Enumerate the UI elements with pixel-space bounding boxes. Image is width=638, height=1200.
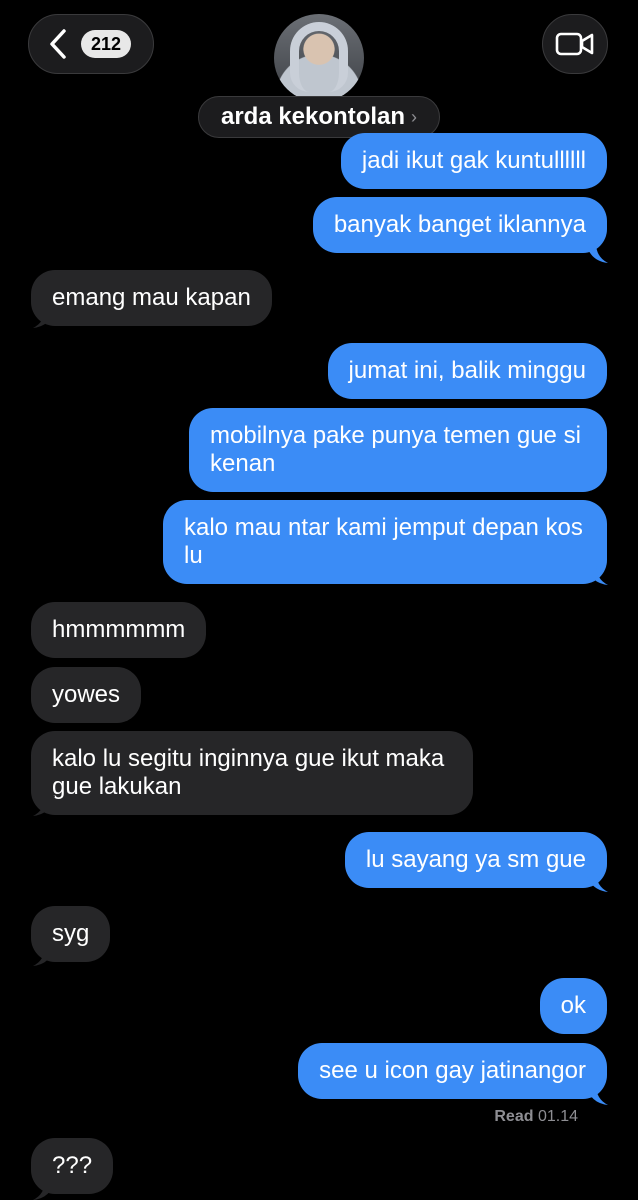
bubble-tail: [586, 565, 608, 585]
message-bubble-sent[interactable]: kalo mau ntar kami jemput depan kos lu: [163, 500, 607, 584]
contact-name: arda kekontolan: [220, 103, 406, 130]
chevron-left-icon: [50, 29, 66, 59]
read-label: Read: [494, 1108, 534, 1125]
bubble-tail: [33, 796, 55, 816]
message-bubble-sent[interactable]: banyak banget iklannya: [312, 197, 607, 253]
contact-name-button[interactable]: arda kekontolan ›: [198, 96, 440, 138]
message-bubble-received[interactable]: emang mau kapan: [31, 270, 272, 326]
video-camera-icon: [555, 32, 594, 56]
contact-avatar[interactable]: [274, 14, 364, 102]
message-bubble-sent[interactable]: mobilnya pake punya temen gue si kenan: [189, 408, 607, 492]
message-bubble-sent[interactable]: see u icon gay jatinangor: [298, 1043, 607, 1099]
back-button[interactable]: 212: [28, 14, 154, 74]
video-call-button[interactable]: [542, 14, 608, 74]
message-bubble-received[interactable]: kalo lu segitu inginnya gue ikut maka gu…: [31, 731, 473, 815]
bubble-tail: [586, 872, 608, 892]
message-bubble-sent[interactable]: ok: [539, 978, 607, 1034]
message-bubble-received[interactable]: hmmmmmm: [31, 602, 207, 658]
chevron-right-icon: ›: [411, 106, 418, 127]
message-bubble-sent[interactable]: jumat ini, balik minggu: [327, 343, 607, 399]
bubble-tail: [33, 946, 55, 966]
bubble-tail: [586, 243, 608, 263]
message-bubble-sent[interactable]: jadi ikut gak kuntullllll: [340, 133, 607, 189]
read-time: 01.14: [537, 1108, 578, 1125]
read-receipt: Read 01.14: [494, 1108, 578, 1126]
unread-count-badge: 212: [81, 30, 132, 58]
bubble-tail: [33, 308, 55, 328]
bubble-tail: [33, 1180, 55, 1200]
bubble-tail: [586, 1085, 608, 1105]
message-bubble-sent[interactable]: lu sayang ya sm gue: [344, 832, 607, 888]
message-bubble-received[interactable]: yowes: [31, 667, 142, 723]
